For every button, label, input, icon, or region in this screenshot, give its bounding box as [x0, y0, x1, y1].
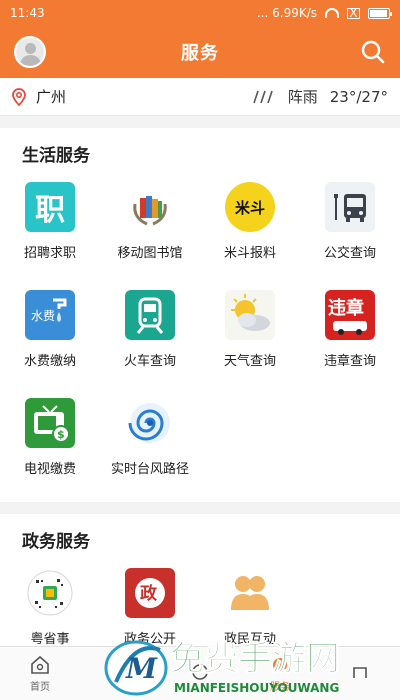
train-icon [125, 290, 175, 340]
tab-2[interactable]: 电 [80, 647, 160, 700]
network-speed: ... 6.99K/s [256, 6, 317, 20]
service-label: 天气查询 [223, 354, 276, 369]
svg-text:水费: 水费 [31, 309, 55, 323]
tv-bill-icon: $ [25, 398, 75, 448]
search-icon[interactable] [360, 39, 386, 65]
service-label: 米斗报料 [223, 246, 276, 261]
battery-icon [368, 7, 392, 19]
section-title: 生活服务 [22, 145, 90, 166]
service-label: 移动图书馆 [117, 246, 183, 261]
svg-text:违章: 违章 [328, 297, 364, 319]
separator [0, 502, 400, 514]
midou-icon: 米斗 [225, 182, 275, 232]
sim-icon: X [347, 7, 360, 19]
bottom-tab-bar: 首页 电 服务 [0, 646, 400, 700]
service-label: 政务公开 [123, 632, 176, 647]
city-name[interactable]: 广州 [36, 86, 66, 107]
service-label: 火车查询 [123, 354, 176, 369]
home-icon [31, 655, 49, 674]
service-label: 政民互动 [223, 632, 276, 647]
service-bus[interactable]: 公交查询 [300, 178, 400, 286]
services-icon [273, 657, 287, 672]
citizen-interaction-icon [225, 568, 275, 618]
service-label: 实时台风路径 [110, 462, 189, 477]
rain-icon [252, 90, 273, 103]
service-label: 粤省事 [30, 632, 70, 647]
wifi-icon [325, 8, 339, 18]
life-services-section: 生活服务 职 招聘求职 移动图书馆 米斗 米斗报料 公交查询 水费 水费缴纳 火… [0, 128, 400, 502]
bus-icon [325, 182, 375, 232]
service-train[interactable]: 火车查询 [100, 286, 200, 394]
status-time: 11:43 [10, 6, 45, 20]
avatar[interactable] [14, 36, 46, 68]
tab-3[interactable] [160, 647, 240, 700]
tab-2-icon [112, 657, 128, 672]
service-label: 水费缴纳 [23, 354, 76, 369]
location-bar: 广州 阵雨 23°/27° [0, 78, 400, 116]
weather-description: 阵雨 [287, 88, 318, 106]
page-title: 服务 [181, 43, 219, 64]
service-job[interactable]: 职 招聘求职 [0, 178, 100, 286]
svg-text:$: $ [57, 428, 65, 441]
tab-5-icon [353, 667, 367, 678]
service-label: 公交查询 [323, 246, 376, 261]
section-title: 政务服务 [22, 531, 90, 552]
location-pin-icon [12, 87, 26, 106]
traffic-violation-icon: 违章 [325, 290, 375, 340]
yueshengshi-icon [25, 568, 75, 618]
tab-label: 首页 [30, 681, 50, 693]
temperature: 23°/27° [329, 87, 388, 106]
service-label: 电视缴费 [23, 462, 76, 477]
service-grid: 职 招聘求职 移动图书馆 米斗 米斗报料 公交查询 水费 水费缴纳 火车查询 天… [0, 178, 400, 502]
separator [0, 116, 400, 128]
tab-label: 服务 [270, 681, 290, 693]
app-header: 11:43 ... 6.99K/s X 服务 [0, 0, 400, 78]
service-typhoon[interactable]: 实时台风路径 [100, 394, 200, 502]
service-water-bill[interactable]: 水费 水费缴纳 [0, 286, 100, 394]
tab-home[interactable]: 首页 [0, 647, 80, 700]
tab-services[interactable]: 服务 [240, 647, 320, 700]
title-bar: 服务 [0, 26, 400, 78]
service-label: 违章查询 [323, 354, 376, 369]
weather-icon [225, 290, 275, 340]
gov-affairs-icon: 政 [125, 568, 175, 618]
tab-label: 电 [115, 681, 125, 693]
typhoon-icon [125, 398, 175, 448]
service-midou[interactable]: 米斗 米斗报料 [200, 178, 300, 286]
service-library[interactable]: 移动图书馆 [100, 178, 200, 286]
service-tv-bill[interactable]: $ 电视缴费 [0, 394, 100, 502]
water-bill-icon: 水费 [25, 290, 75, 340]
library-icon [125, 182, 175, 232]
tab-3-icon [192, 664, 208, 680]
status-bar: 11:43 ... 6.99K/s X [0, 0, 400, 26]
tab-5[interactable] [320, 647, 400, 700]
service-label: 招聘求职 [23, 246, 76, 261]
svg-text:政: 政 [140, 583, 158, 604]
job-icon: 职 [25, 182, 75, 232]
service-weather[interactable]: 天气查询 [200, 286, 300, 394]
service-traffic-violation[interactable]: 违章 违章查询 [300, 286, 400, 394]
